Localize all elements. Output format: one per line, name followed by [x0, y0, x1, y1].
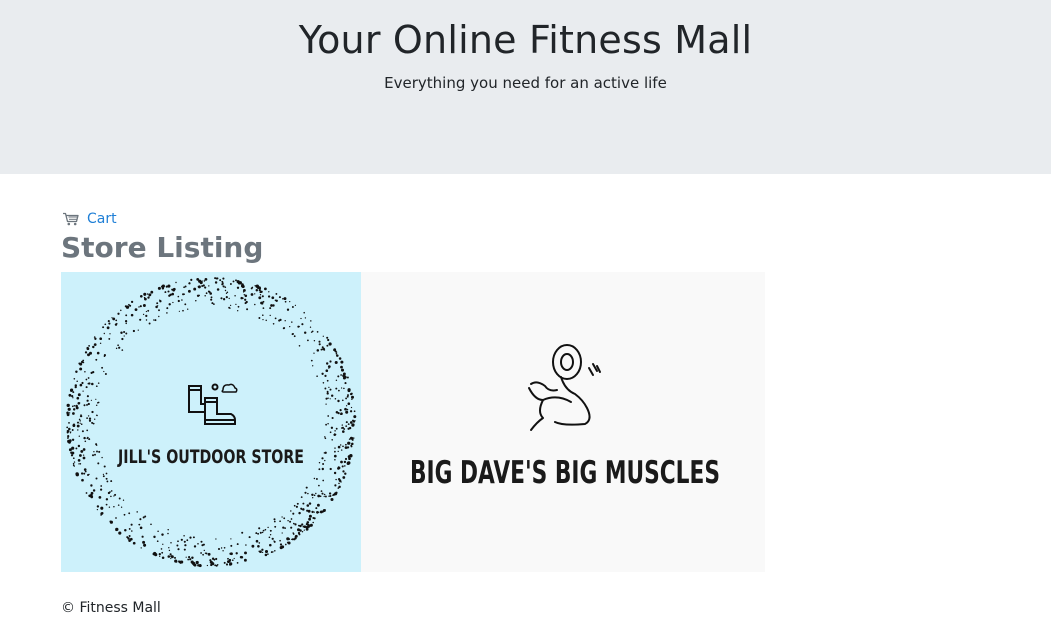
cart-label: Cart	[87, 211, 117, 227]
boots-icon	[188, 383, 238, 425]
page-title: Your Online Fitness Mall	[298, 18, 753, 62]
big-daves-big-muscles-logo: BIG DAVE'S BIG MUSCLES	[410, 344, 720, 491]
page-subtitle: Everything you need for an active life	[384, 74, 667, 92]
big-daves-big-muscles-name: BIG DAVE'S BIG MUSCLES	[410, 455, 720, 491]
cart-link[interactable]: Cart	[62, 209, 117, 229]
cart-icon	[63, 212, 79, 226]
footer-copyright: © Fitness Mall	[61, 600, 161, 616]
jills-outdoor-store-name: JILL'S OUTDOOR STORE	[117, 446, 304, 468]
jills-outdoor-store-logo: JILL'S OUTDOOR STORE	[66, 277, 357, 568]
header-banner: Your Online Fitness Mall Everything you …	[0, 0, 1051, 174]
store-logo-jills-outdoor-store[interactable]: JILL'S OUTDOOR STORE	[61, 272, 361, 572]
store-logo-big-daves-big-muscles[interactable]: BIG DAVE'S BIG MUSCLES	[361, 272, 765, 572]
store-listing-heading: Store Listing	[61, 231, 264, 264]
flexed-arm-dumbbell-icon	[528, 344, 601, 431]
